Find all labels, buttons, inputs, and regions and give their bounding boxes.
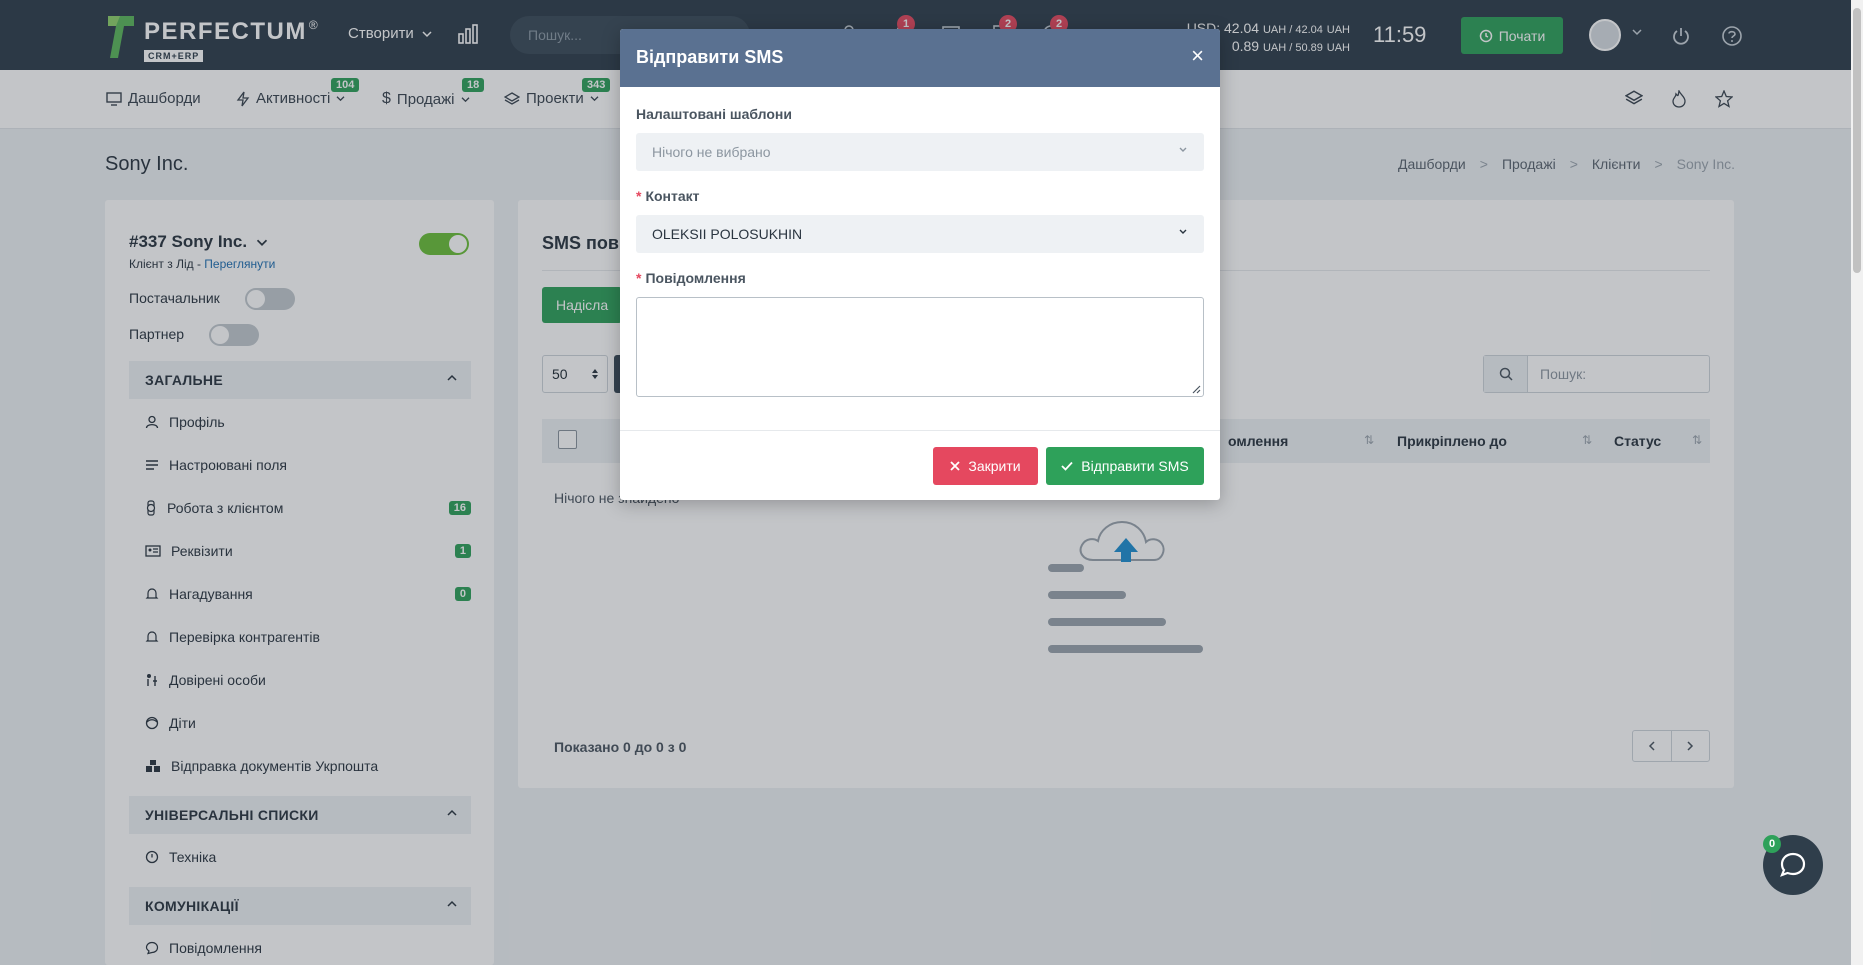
close-button[interactable]: Закрити — [933, 447, 1038, 485]
message-label: * Повідомлення — [636, 270, 746, 286]
modal-title: Відправити SMS — [636, 47, 784, 67]
send-sms-submit-button[interactable]: Відправити SMS — [1046, 447, 1204, 485]
contact-label: * Контакт — [636, 188, 700, 204]
check-icon — [1061, 461, 1073, 471]
templates-select[interactable]: Нічого не вибрано — [636, 133, 1204, 171]
modal-header: Відправити SMS × — [620, 29, 1220, 87]
close-icon — [950, 461, 961, 471]
chevron-down-icon — [1179, 229, 1187, 234]
send-sms-modal: Відправити SMS × Налаштовані шаблони Ніч… — [620, 29, 1220, 500]
templates-label: Налаштовані шаблони — [636, 106, 792, 122]
page-scrollbar-thumb[interactable] — [1853, 8, 1861, 273]
resize-handle-icon[interactable] — [1191, 384, 1201, 394]
contact-select[interactable]: OLEKSII POLOSUKHIN — [636, 215, 1204, 253]
modal-close-icon[interactable]: × — [1191, 45, 1204, 67]
chevron-down-icon — [1179, 147, 1187, 152]
support-chat-badge: 0 — [1763, 835, 1781, 853]
message-textarea[interactable] — [636, 297, 1204, 397]
chat-bubble-icon — [1780, 852, 1806, 877]
modal-divider — [620, 430, 1220, 431]
